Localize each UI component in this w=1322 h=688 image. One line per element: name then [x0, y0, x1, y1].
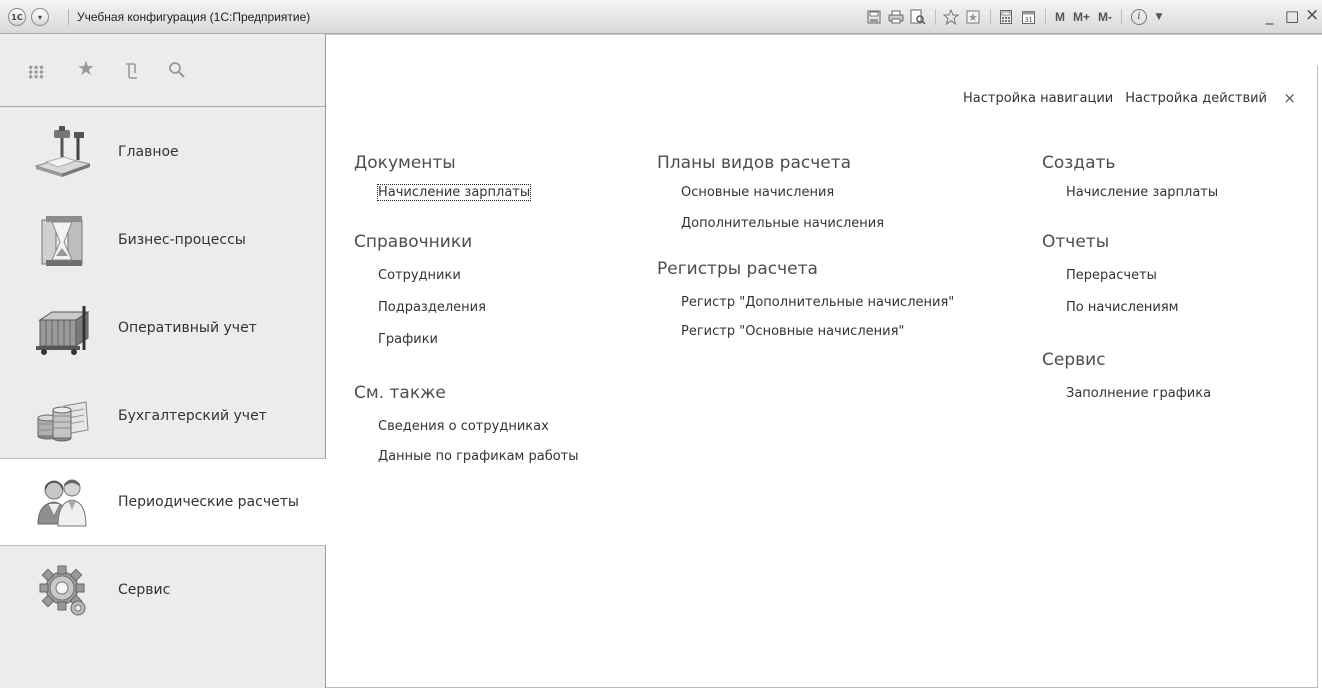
section-business-processes[interactable]: Бизнес-процессы [0, 196, 326, 284]
toolbar-separator [1045, 9, 1046, 25]
apps-grid-icon[interactable] [28, 65, 44, 79]
column-1: Документы Начисление зарплаты Справочник… [354, 151, 579, 468]
group-title-create: Создать [1042, 153, 1116, 173]
action-settings-link[interactable]: Настройка действий [1125, 91, 1267, 106]
title-bar: 1С ▾ Учебная конфигурация (1С:Предприяти… [0, 0, 1322, 34]
memory-button[interactable]: M [1051, 7, 1069, 27]
favorites-icon[interactable] [963, 7, 983, 27]
column-2: Планы видов расчета Основные начисления … [657, 151, 954, 343]
link-departments[interactable]: Подразделения [354, 296, 579, 319]
link-create-salary-accrual[interactable]: Начисление зарплаты [1042, 181, 1218, 204]
link-register-main[interactable]: Регистр "Основные начисления" [657, 320, 954, 343]
memory-add-button[interactable]: M+ [1069, 7, 1094, 27]
function-panel: Настройка навигации Настройка действий ×… [326, 34, 1322, 688]
calculator-icon[interactable] [996, 7, 1016, 27]
calendar-icon[interactable]: 31 [1018, 7, 1038, 27]
section-label: Главное [118, 144, 179, 160]
section-periodic-calculations[interactable]: Периодические расчеты [0, 458, 327, 546]
group-title-reports: Отчеты [1042, 232, 1110, 252]
memory-subtract-button[interactable]: M- [1094, 7, 1116, 27]
toolbar-separator [990, 9, 991, 25]
link-main-accruals[interactable]: Основные начисления [657, 181, 954, 204]
print-icon[interactable] [886, 7, 906, 27]
people-icon [34, 474, 90, 530]
warehouse-cart-icon [34, 300, 90, 356]
window-title: Учебная конфигурация (1С:Предприятие) [68, 9, 310, 25]
hourglass-icon [34, 212, 90, 268]
toolbar-separator [935, 9, 936, 25]
gears-icon [34, 562, 90, 618]
desk-lamp-icon [34, 124, 92, 180]
group-title-catalogs: Справочники [354, 232, 473, 252]
section-label: Оперативный учет [118, 320, 257, 336]
column-3: Создать Начисление зарплаты Отчеты Перер… [1042, 151, 1218, 405]
close-panel-icon[interactable]: × [1283, 89, 1296, 107]
navigation-settings-link[interactable]: Настройка навигации [963, 91, 1113, 106]
section-main[interactable]: Главное [0, 108, 326, 196]
link-fill-schedule[interactable]: Заполнение графика [1042, 382, 1218, 405]
link-employees[interactable]: Сотрудники [354, 264, 579, 287]
section-label: Сервис [118, 582, 171, 598]
link-additional-accruals[interactable]: Дополнительные начисления [657, 212, 954, 235]
1c-logo-icon[interactable]: 1С [8, 8, 26, 26]
print-preview-icon[interactable] [908, 7, 928, 27]
section-label: Бухгалтерский учет [118, 408, 267, 424]
link-employee-info[interactable]: Сведения о сотрудниках [354, 415, 579, 438]
maximize-button[interactable]: □ [1285, 8, 1299, 24]
section-label: Периодические расчеты [118, 494, 299, 510]
link-schedules[interactable]: Графики [354, 328, 579, 351]
group-title-calc-registers: Регистры расчета [657, 259, 818, 279]
info-dropdown-icon[interactable]: ▼ [1153, 7, 1165, 27]
search-icon[interactable] [168, 61, 186, 83]
close-button[interactable]: × [1305, 7, 1319, 24]
link-by-accruals[interactable]: По начислениям [1042, 296, 1218, 319]
save-icon[interactable] [864, 7, 884, 27]
section-label: Бизнес-процессы [118, 232, 246, 248]
toolbar-separator [1121, 9, 1123, 25]
svg-text:31: 31 [1024, 17, 1032, 24]
info-icon[interactable]: i [1127, 7, 1151, 27]
panel-settings-links: Настройка навигации Настройка действий [963, 91, 1267, 106]
link-recalculations[interactable]: Перерасчеты [1042, 264, 1218, 287]
history-icon[interactable] [124, 61, 140, 83]
minimize-button[interactable]: _ [1266, 8, 1274, 24]
title-toolbar: 31 M M+ M- i ▼ [864, 7, 1167, 27]
favorite-add-icon[interactable] [941, 7, 961, 27]
coins-icon [34, 388, 90, 444]
link-work-schedule-data[interactable]: Данные по графикам работы [354, 445, 579, 468]
group-title-documents: Документы [354, 153, 456, 173]
section-accounting[interactable]: Бухгалтерский учет [0, 372, 326, 460]
section-service[interactable]: Сервис [0, 546, 326, 634]
star-icon[interactable]: ★ [77, 58, 95, 78]
link-salary-accrual[interactable]: Начисление зарплаты [354, 181, 579, 204]
sections-toolbar: ★ [0, 34, 325, 107]
group-title-calc-types: Планы видов расчета [657, 153, 852, 173]
dropdown-menu-icon[interactable]: ▾ [31, 8, 49, 26]
link-register-additional[interactable]: Регистр "Дополнительные начисления" [657, 291, 954, 314]
group-title-see-also: См. также [354, 383, 446, 403]
link-text: Начисление зарплаты [376, 184, 532, 201]
group-title-service: Сервис [1042, 350, 1106, 370]
sections-panel: ★ Главное Бизнес-процессы Оперативный уч… [0, 34, 327, 688]
section-operational[interactable]: Оперативный учет [0, 284, 326, 372]
